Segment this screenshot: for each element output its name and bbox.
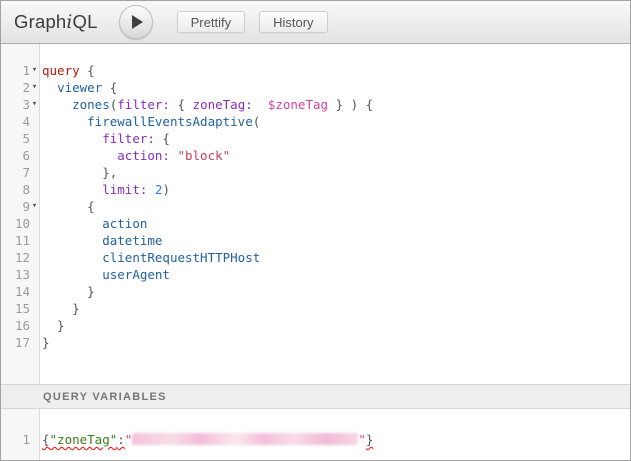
line-number: 13 [1, 266, 30, 283]
prettify-button[interactable]: Prettify [177, 11, 245, 33]
code-line[interactable]: viewer { [42, 79, 630, 96]
code-line[interactable]: } [42, 334, 630, 351]
gutter-line: 1 [1, 431, 39, 448]
gutter-line: 2▾ [1, 79, 39, 96]
fold-spacer [30, 283, 39, 300]
code-line[interactable]: } [42, 300, 630, 317]
line-number: 8 [1, 181, 30, 198]
fold-marker-icon[interactable]: ▾ [30, 198, 39, 215]
fold-spacer [30, 181, 39, 198]
history-button[interactable]: History [259, 11, 327, 33]
query-editor[interactable]: 1▾2▾3▾456789▾1011121314151617 query { vi… [1, 44, 630, 384]
line-number: 11 [1, 232, 30, 249]
query-code-area[interactable]: query { viewer { zones(filter: { zoneTag… [40, 44, 630, 384]
gutter-line: 14 [1, 283, 39, 300]
gutter-line: 4 [1, 113, 39, 130]
line-number: 16 [1, 317, 30, 334]
line-number: 1 [1, 62, 30, 79]
fold-spacer [30, 232, 39, 249]
gutter-line: 7 [1, 164, 39, 181]
code-line[interactable]: zones(filter: { zoneTag: $zoneTag } ) { [42, 96, 630, 113]
gutter-line: 11 [1, 232, 39, 249]
query-variables-resize-bar[interactable]: QUERY VARIABLES [1, 384, 630, 409]
line-number: 15 [1, 300, 30, 317]
line-number: 12 [1, 249, 30, 266]
line-number: 14 [1, 283, 30, 300]
fold-spacer [30, 300, 39, 317]
fold-spacer [30, 431, 39, 448]
code-line[interactable]: datetime [42, 232, 630, 249]
code-line[interactable]: query { [42, 62, 630, 79]
query-variables-title: QUERY VARIABLES [43, 391, 167, 403]
fold-spacer [30, 113, 39, 130]
line-number: 4 [1, 113, 30, 130]
gutter-line: 5 [1, 130, 39, 147]
code-line[interactable]: { [42, 198, 630, 215]
gutter-line: 9▾ [1, 198, 39, 215]
line-number: 10 [1, 215, 30, 232]
line-number: 2 [1, 79, 30, 96]
line-number: 5 [1, 130, 30, 147]
gutter-line: 8 [1, 181, 39, 198]
fold-spacer [30, 266, 39, 283]
code-line[interactable]: limit: 2) [42, 181, 630, 198]
code-line[interactable]: clientRequestHTTPHost [42, 249, 630, 266]
gutter-line: 17 [1, 334, 39, 351]
fold-marker-icon[interactable]: ▾ [30, 96, 39, 113]
gutter-line: 15 [1, 300, 39, 317]
gutter-line: 16 [1, 317, 39, 334]
code-line[interactable]: } [42, 283, 630, 300]
gutter-line: 3▾ [1, 96, 39, 113]
variables-code-area[interactable]: {"zoneTag":""} [40, 409, 630, 460]
fold-marker-icon[interactable]: ▾ [30, 62, 39, 79]
fold-spacer [30, 164, 39, 181]
execute-button[interactable] [119, 5, 153, 39]
graphiql-window: GraphiQL Prettify History 1▾2▾3▾456789▾1… [0, 0, 631, 461]
code-line[interactable]: action: "block" [42, 147, 630, 164]
fold-spacer [30, 249, 39, 266]
line-number: 9 [1, 198, 30, 215]
gutter-line: 6 [1, 147, 39, 164]
code-line[interactable]: firewallEventsAdaptive( [42, 113, 630, 130]
line-number: 17 [1, 334, 30, 351]
gutter-line: 1▾ [1, 62, 39, 79]
code-line[interactable]: action [42, 215, 630, 232]
fold-spacer [30, 130, 39, 147]
gutter-line: 13 [1, 266, 39, 283]
fold-spacer [30, 147, 39, 164]
line-number: 1 [1, 431, 30, 448]
code-line[interactable]: userAgent [42, 266, 630, 283]
variables-editor[interactable]: 1 {"zoneTag":""} [1, 409, 630, 460]
line-number: 7 [1, 164, 30, 181]
gutter-line: 10 [1, 215, 39, 232]
gutter-line: 12 [1, 249, 39, 266]
fold-spacer [30, 317, 39, 334]
fold-spacer [30, 215, 39, 232]
redacted-value [132, 433, 358, 445]
line-number: 6 [1, 147, 30, 164]
toolbar: GraphiQL Prettify History [1, 1, 630, 44]
code-line[interactable]: {"zoneTag":""} [42, 431, 630, 448]
code-line[interactable]: } [42, 317, 630, 334]
variables-line-number-gutter: 1 [1, 409, 40, 460]
code-line[interactable]: }, [42, 164, 630, 181]
graphiql-logo: GraphiQL [14, 11, 98, 33]
play-icon [132, 15, 143, 29]
code-line[interactable]: filter: { [42, 130, 630, 147]
fold-spacer [30, 334, 39, 351]
line-number: 3 [1, 96, 30, 113]
fold-marker-icon[interactable]: ▾ [30, 79, 39, 96]
line-number-gutter: 1▾2▾3▾456789▾1011121314151617 [1, 44, 40, 384]
